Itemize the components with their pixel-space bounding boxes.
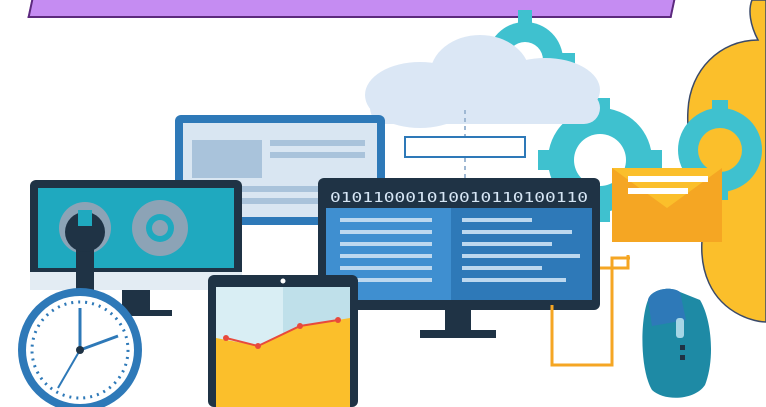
- code-monitor: 010110001010010110100110: [318, 178, 600, 338]
- mouse-icon: [642, 288, 712, 398]
- envelope-icon: [612, 168, 722, 242]
- binary-text: 010110001010010110100110: [330, 191, 588, 206]
- cloud-link-box: [404, 136, 526, 158]
- gear-icon: [132, 200, 188, 256]
- tablet-chart: [208, 275, 358, 407]
- cloud-icon: [365, 35, 600, 128]
- clock-icon: [18, 288, 142, 407]
- it-devices-illustration: 010110001010010110100110: [18, 0, 766, 407]
